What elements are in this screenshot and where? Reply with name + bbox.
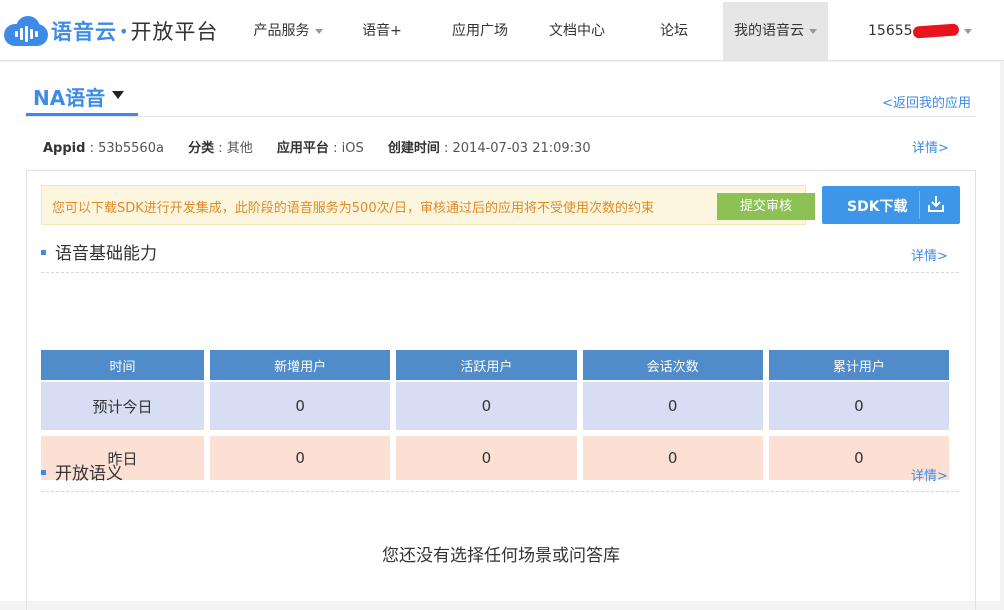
table-cell: 0 (768, 380, 949, 430)
table-cell: 0 (582, 430, 763, 480)
user-menu[interactable]: 15655 (860, 2, 980, 60)
logo-title: 开放平台 (130, 20, 219, 44)
download-icon (928, 196, 944, 212)
table-header-cell: 新增用户 (210, 350, 391, 380)
notice-bar: 您可以下载SDK进行开发集成，此阶段的语音服务为500次/日，审核通过后的应用将… (41, 185, 815, 225)
table-row-yesterday: 昨日 0 0 0 0 (41, 430, 949, 480)
empty-state-text: 您还没有选择任何场景或问答库 (382, 546, 620, 566)
section-title-text: 开放语义 (55, 464, 123, 484)
nav-item-my-cloud[interactable]: 我的语音云 (723, 2, 828, 60)
submit-audit-button[interactable]: 提交审核 (717, 193, 815, 220)
table-cell: 0 (210, 430, 391, 480)
nav-item-forum[interactable]: 论坛 (640, 2, 708, 60)
nav-label: 应用广场 (452, 23, 508, 39)
top-navbar: 语音云 • 开放平台 产品服务 语音+ 应用广场 文档中心 论坛 我的语音云 1… (0, 0, 1004, 61)
button-divider (919, 191, 920, 219)
table-header-cell: 时间 (41, 350, 204, 380)
notice-text: 您可以下载SDK进行开发集成，此阶段的语音服务为500次/日，审核通过后的应用将… (52, 201, 654, 216)
logo-brand: 语音云 (51, 20, 117, 44)
main-panel: NA语音 <返回我的应用 Appid : 53b5560a 分类 : 其他 应用… (0, 62, 1000, 610)
nav-item-app-market[interactable]: 应用广场 (440, 2, 520, 60)
sdk-download-button[interactable]: SDK下载 (822, 186, 960, 224)
table-cell: 0 (396, 380, 577, 430)
table-header-row: 时间 新增用户 活跃用户 会话次数 累计用户 (41, 350, 949, 380)
triangle-down-icon (112, 91, 124, 99)
app-meta: Appid : 53b5560a 分类 : 其他 应用平台 : iOS 创建时间… (43, 137, 611, 156)
app-selector[interactable]: NA语音 (26, 78, 138, 116)
table-header-cell: 累计用户 (768, 350, 949, 380)
app-detail-link[interactable]: 详情> (912, 137, 949, 156)
table-header-cell: 会话次数 (582, 350, 763, 380)
redaction-mark (912, 23, 959, 39)
sdk-download-label: SDK下载 (847, 199, 908, 215)
meta-appid: Appid : 53b5560a (43, 141, 164, 156)
nav-label: 语音+ (362, 23, 402, 39)
basic-detail-link[interactable]: 详情> (911, 245, 948, 264)
bullet-square-icon (41, 249, 46, 255)
section-title-text: 语音基础能力 (55, 244, 157, 264)
table-cell: 0 (210, 380, 391, 430)
table-cell: 0 (396, 430, 577, 480)
section-title-basic: 语音基础能力 (41, 239, 157, 264)
nav-label: 产品服务 (253, 23, 310, 39)
divider (26, 116, 976, 117)
dashed-divider (41, 272, 959, 273)
nav-label: 我的语音云 (734, 23, 804, 39)
nav-item-docs[interactable]: 文档中心 (537, 2, 617, 60)
table-cell: 预计今日 (41, 380, 204, 430)
caret-down-icon (314, 28, 323, 34)
caret-down-icon (963, 28, 972, 34)
semantic-detail-link[interactable]: 详情> (911, 465, 948, 484)
section-title-semantic: 开放语义 (41, 459, 123, 484)
content-box: 您可以下载SDK进行开发集成，此阶段的语音服务为500次/日，审核通过后的应用将… (26, 170, 976, 610)
table-cell: 0 (582, 380, 763, 430)
nav-item-voice-plus[interactable]: 语音+ (346, 2, 418, 60)
meta-category: 分类 : 其他 (188, 141, 253, 156)
back-to-my-apps-link[interactable]: <返回我的应用 (882, 92, 971, 111)
table-header-cell: 活跃用户 (396, 350, 577, 380)
user-name: 15655 (868, 23, 913, 39)
stats-table: 时间 新增用户 活跃用户 会话次数 累计用户 预计今日 0 0 0 0 昨日 0 (35, 350, 955, 480)
nav-label: 文档中心 (549, 23, 605, 39)
cloud-wave-icon (4, 14, 48, 48)
nav-item-products[interactable]: 产品服务 (236, 2, 340, 60)
dashed-divider (41, 491, 959, 492)
app-name: NA语音 (33, 86, 106, 110)
logo-dot: • (119, 21, 129, 41)
nav-label: 论坛 (660, 23, 688, 39)
table-row-today: 预计今日 0 0 0 0 (41, 380, 949, 430)
bullet-square-icon (41, 469, 46, 475)
caret-down-icon (809, 28, 817, 34)
meta-platform: 应用平台 : iOS (276, 141, 364, 156)
meta-created: 创建时间 : 2014-07-03 21:09:30 (387, 141, 591, 156)
logo[interactable]: 语音云 • 开放平台 (4, 14, 218, 48)
